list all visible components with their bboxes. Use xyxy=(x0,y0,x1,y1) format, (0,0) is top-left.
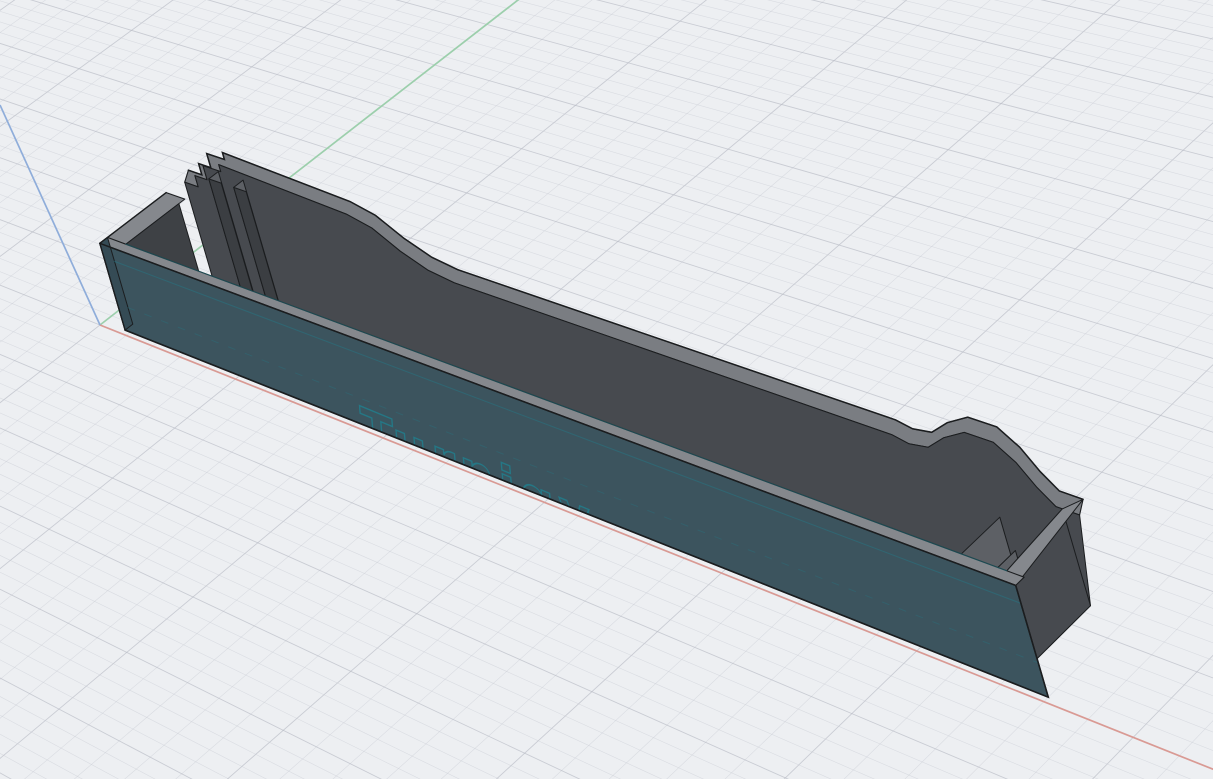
grid-line xyxy=(298,0,1213,208)
grid-line xyxy=(283,0,1213,249)
z-axis-line xyxy=(0,104,101,326)
grid-line xyxy=(371,0,1213,14)
grid-line xyxy=(1065,0,1213,779)
grid-line xyxy=(335,0,1213,109)
floor-front-edge-highlight xyxy=(125,243,1008,572)
cad-viewport[interactable]: Turnigy xyxy=(0,0,1213,779)
grid-line xyxy=(291,0,1213,228)
grid-line xyxy=(327,0,1213,128)
scene-canvas[interactable]: Turnigy xyxy=(0,0,1213,779)
grid-line xyxy=(1204,0,1213,779)
grid-line xyxy=(873,0,1213,779)
grid-line xyxy=(320,0,1213,148)
